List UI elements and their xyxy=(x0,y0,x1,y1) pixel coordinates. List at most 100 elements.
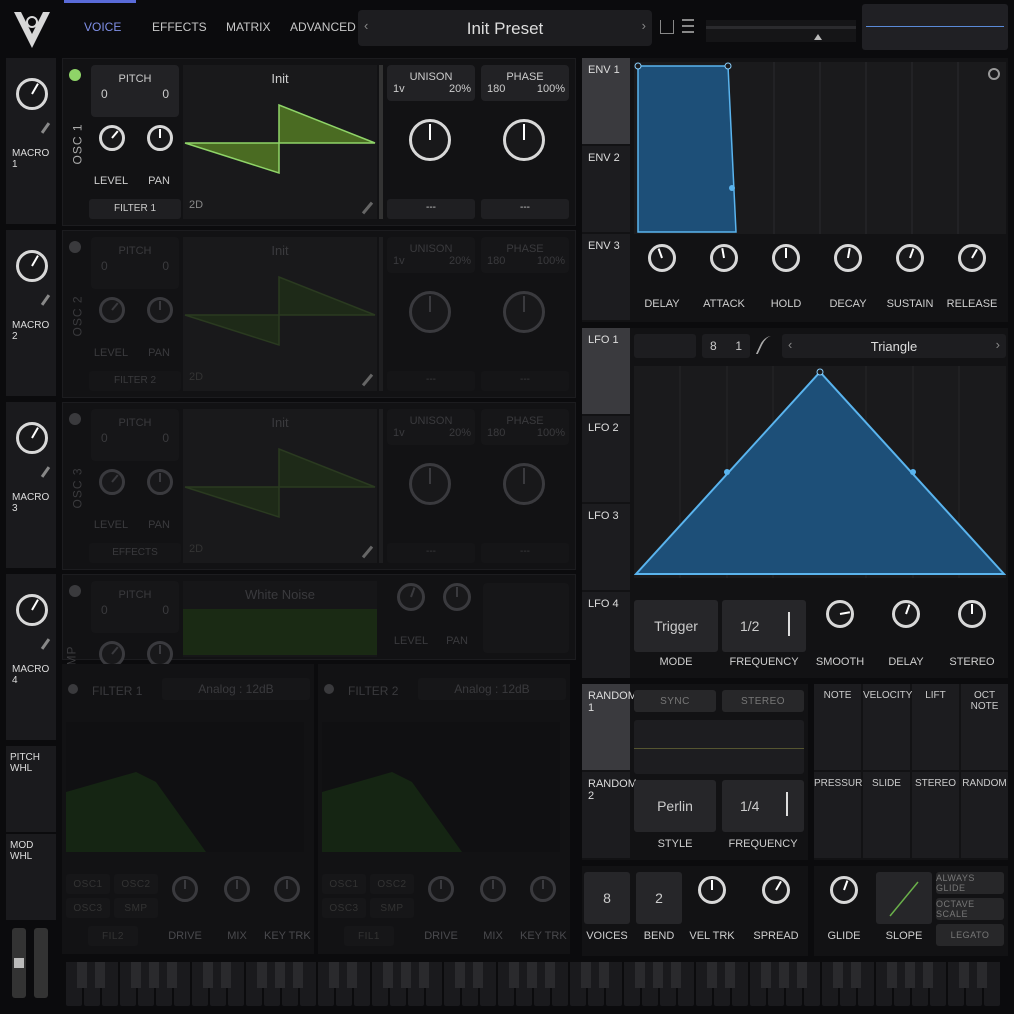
sample-view[interactable]: White Noise xyxy=(183,581,377,657)
macro-1[interactable]: MACRO 1 xyxy=(6,58,56,224)
lfo-shape-selector[interactable]: ‹ Triangle › xyxy=(782,334,1006,358)
osc2-phase-random[interactable]: 100% xyxy=(537,255,565,267)
osc2-transpose-value[interactable]: 0 xyxy=(101,259,108,273)
always-glide-button[interactable]: ALWAYS GLIDE xyxy=(936,872,1004,894)
slope-graph[interactable] xyxy=(876,872,932,924)
osc1-level-knob[interactable] xyxy=(99,125,125,151)
osc1-pitch-box[interactable]: PITCH 0 0 xyxy=(91,65,179,117)
osc1-unison-selector[interactable]: --- xyxy=(387,199,475,219)
lfo-tab-3[interactable]: LFO 3 xyxy=(582,504,630,590)
osc3-pan-knob[interactable] xyxy=(147,469,173,495)
osc1-unison-voices[interactable]: 1v xyxy=(393,83,405,95)
mod-source-note[interactable]: NOTE xyxy=(814,684,861,770)
random-tab-2[interactable]: RANDOM 2 xyxy=(582,772,637,858)
osc2-unison-selector[interactable]: --- xyxy=(387,371,475,391)
mod-source-pressure[interactable]: PRESSURE xyxy=(814,772,869,858)
lfo-paint-icon[interactable] xyxy=(634,334,696,358)
filter1-power-icon[interactable] xyxy=(68,684,78,694)
piano-black-key[interactable] xyxy=(509,962,519,988)
piano-black-key[interactable] xyxy=(851,962,861,988)
glide-knob[interactable] xyxy=(830,876,858,904)
macro-1-edit-icon[interactable] xyxy=(40,122,51,134)
osc1-phase-selector[interactable]: --- xyxy=(481,199,569,219)
osc3-dim-label[interactable]: 2D xyxy=(189,543,203,555)
filter2-mix-knob[interactable] xyxy=(480,876,506,902)
osc3-phase-knob[interactable] xyxy=(503,463,545,505)
piano-black-key[interactable] xyxy=(257,962,267,988)
note-icon[interactable] xyxy=(788,612,790,636)
env-decay-knob[interactable] xyxy=(834,244,862,272)
voice-bend-box[interactable]: 2 xyxy=(636,872,682,924)
piano-black-key[interactable] xyxy=(131,962,141,988)
lfo-sync-box[interactable]: 81 xyxy=(702,334,750,358)
piano-black-key[interactable] xyxy=(635,962,645,988)
note-icon[interactable] xyxy=(786,792,788,816)
piano-black-key[interactable] xyxy=(923,962,933,988)
lfo-stereo-knob[interactable] xyxy=(958,600,986,628)
filter2-key-knob[interactable] xyxy=(530,876,556,902)
filter1-drive-knob[interactable] xyxy=(172,876,198,902)
osc1-pan-knob[interactable] xyxy=(147,125,173,151)
osc3-route-selector[interactable]: EFFECTS xyxy=(89,543,181,563)
osc3-transpose-value[interactable]: 0 xyxy=(101,431,108,445)
tab-matrix[interactable]: MATRIX xyxy=(226,20,270,34)
osc3-level-knob[interactable] xyxy=(99,469,125,495)
osc2-pitch-box[interactable]: PITCH 0 0 xyxy=(91,237,179,289)
osc3-unison-voices[interactable]: 1v xyxy=(393,427,405,439)
piano-black-key[interactable] xyxy=(401,962,411,988)
piano-black-key[interactable] xyxy=(797,962,807,988)
piano-black-key[interactable] xyxy=(545,962,555,988)
osc1-wavetable[interactable]: Init 2D xyxy=(183,65,377,219)
tab-voice[interactable]: VOICE xyxy=(84,20,121,34)
osc1-power-icon[interactable] xyxy=(69,69,81,81)
osc3-phase-random[interactable]: 100% xyxy=(537,427,565,439)
piano-black-key[interactable] xyxy=(473,962,483,988)
random-sync-button[interactable]: SYNC xyxy=(634,690,716,712)
osc2-phase-selector[interactable]: --- xyxy=(481,371,569,391)
mod-source-slide[interactable]: SLIDE xyxy=(863,772,910,858)
piano-black-key[interactable] xyxy=(905,962,915,988)
osc3-phase-selector[interactable]: --- xyxy=(481,543,569,563)
osc1-phase-random[interactable]: 100% xyxy=(537,83,565,95)
mod-source-oct-note[interactable]: OCT NOTE xyxy=(961,684,1008,770)
osc2-phase-knob[interactable] xyxy=(503,291,545,333)
smp-pitch-box[interactable]: PITCH 0 0 xyxy=(91,581,179,633)
smp-transpose-value[interactable]: 0 xyxy=(101,603,108,617)
env-tab-2[interactable]: ENV 2 xyxy=(582,146,630,232)
env-release-knob[interactable] xyxy=(958,244,986,272)
sample-name[interactable]: White Noise xyxy=(183,587,377,602)
piano-black-key[interactable] xyxy=(329,962,339,988)
env-tab-1[interactable]: ENV 1 xyxy=(582,58,630,144)
next-preset-icon[interactable]: › xyxy=(642,18,646,33)
filter1-mix-knob[interactable] xyxy=(224,876,250,902)
filter1-src-smp[interactable]: SMP xyxy=(114,898,158,918)
osc1-unison-knob[interactable] xyxy=(409,119,451,161)
random-stereo-button[interactable]: STEREO xyxy=(722,690,804,712)
filter1-src-osc1[interactable]: OSC1 xyxy=(66,874,110,894)
mod-wheel-slider[interactable] xyxy=(34,928,48,998)
osc1-phase-offset[interactable]: 180 xyxy=(487,83,505,95)
filter2-power-icon[interactable] xyxy=(324,684,334,694)
osc1-unison-box[interactable]: UNISON 1v 20% xyxy=(387,65,475,101)
osc1-route-selector[interactable]: FILTER 1 xyxy=(89,199,181,219)
osc3-wavetable-name[interactable]: Init xyxy=(183,415,377,430)
lfo-mode-box[interactable]: Trigger xyxy=(634,600,718,652)
lfo-tab-4[interactable]: LFO 4 xyxy=(582,592,630,678)
smp-level-knob[interactable] xyxy=(397,583,425,611)
macro-2-edit-icon[interactable] xyxy=(40,294,51,306)
lfo-smooth-curve-icon[interactable] xyxy=(755,336,779,354)
osc2-unison-knob[interactable] xyxy=(409,291,451,333)
osc3-pitch-box[interactable]: PITCH 0 0 xyxy=(91,409,179,461)
menu-icon[interactable] xyxy=(682,19,694,33)
piano-black-key[interactable] xyxy=(527,962,537,988)
env-delay-knob[interactable] xyxy=(648,244,676,272)
legato-button[interactable]: LEGATO xyxy=(936,924,1004,946)
osc1-dim-label[interactable]: 2D xyxy=(189,199,203,211)
volume-meter[interactable] xyxy=(706,20,856,42)
macro-4[interactable]: MACRO 4 xyxy=(6,574,56,740)
osc2-power-icon[interactable] xyxy=(69,241,81,253)
piano-black-key[interactable] xyxy=(959,962,969,988)
lfo-smooth-knob[interactable] xyxy=(826,600,854,628)
velocity-tracking-knob[interactable] xyxy=(698,876,726,904)
osc3-power-icon[interactable] xyxy=(69,413,81,425)
